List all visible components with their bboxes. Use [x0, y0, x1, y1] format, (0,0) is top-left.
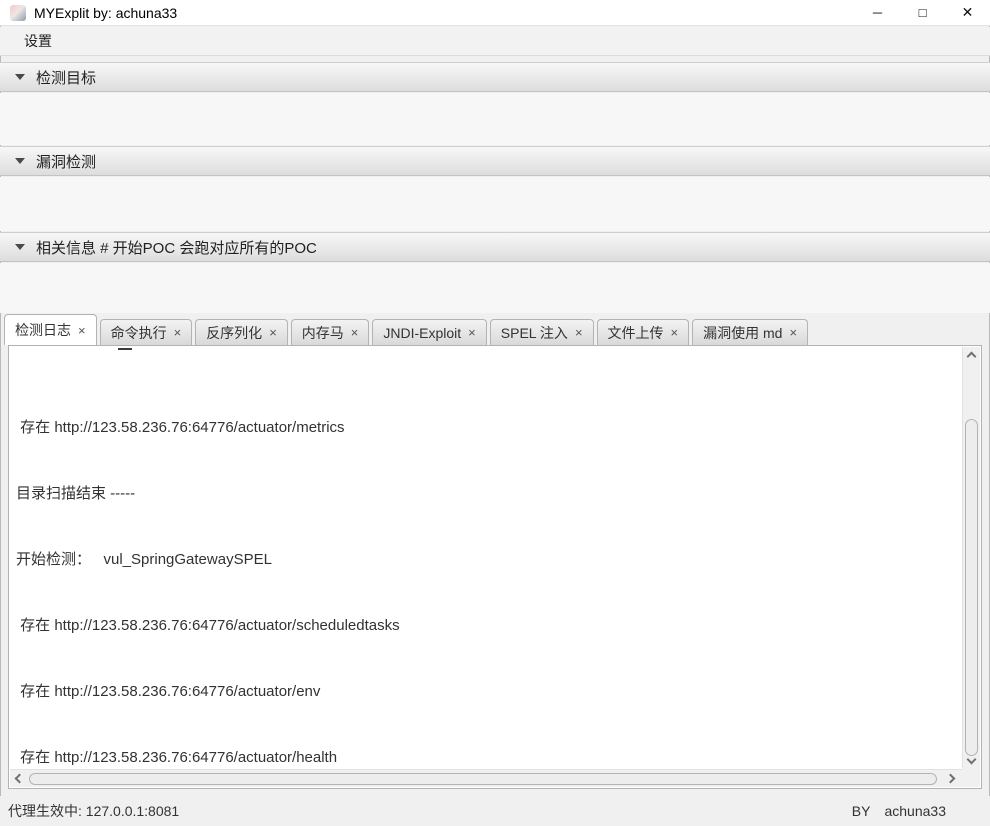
maximize-button[interactable]: □ [900, 0, 945, 25]
horizontal-scrollbar-thumb[interactable] [29, 773, 937, 785]
tab-spel-injection[interactable]: SPEL 注入 × [489, 319, 594, 345]
tab-label: 漏洞使用 md [703, 324, 783, 341]
log-line: 存在 http://123.58.236.76:64776/actuator/s… [16, 617, 400, 634]
section-body-info: 利用方式 DNS地址 [0, 263, 990, 559]
by-label: BY [851, 803, 871, 819]
section-body-vuln: 支持产品 Spring 指定漏洞 ALL 开始POC [0, 177, 990, 390]
tab-label: 文件上传 [607, 324, 664, 341]
log-pane: 存在 http://123.58.236.76:64776/actuator/m… [8, 345, 982, 789]
window-controls: ─ □ ✕ [855, 0, 990, 25]
window-title: MYExplit by: achuna33 [34, 4, 178, 21]
tab-label: 内存马 [301, 324, 344, 341]
tab-close-icon[interactable]: × [174, 325, 182, 340]
vertical-scrollbar[interactable] [962, 347, 980, 769]
section-title: 检测目标 [36, 69, 97, 87]
tab-close-icon[interactable]: × [269, 325, 277, 340]
tab-close-icon[interactable]: × [468, 325, 476, 340]
vertical-scrollbar-thumb[interactable] [965, 419, 978, 756]
menu-item-settings[interactable]: 设置 [18, 28, 58, 54]
log-line: 开始检测： vul_SpringGatewaySPEL [16, 551, 272, 568]
tab-bar: 检测日志 × 命令执行 × 反序列化 × 内存马 × JNDI-Exploit … [4, 314, 809, 345]
log-line: 目录扫描结束 ----- [16, 485, 136, 502]
tab-deserialization[interactable]: 反序列化 × [195, 319, 288, 345]
section-body-target: 目标地址 超时设置/s [0, 93, 990, 221]
collapse-arrow-icon [15, 244, 25, 250]
collapse-arrow-icon [15, 74, 25, 80]
horizontal-scrollbar[interactable] [10, 769, 962, 787]
tab-label: 命令执行 [110, 324, 167, 341]
menu-bar: 设置 [0, 27, 990, 56]
detection-log-textarea[interactable]: 存在 http://123.58.236.76:64776/actuator/m… [10, 347, 962, 769]
tab-label: SPEL 注入 [500, 324, 568, 341]
tab-close-icon[interactable]: × [575, 325, 583, 340]
section-header-target[interactable]: 检测目标 [0, 62, 990, 92]
log-line: 存在 http://123.58.236.76:64776/actuator/m… [16, 419, 345, 436]
status-bar: 代理生效中: 127.0.0.1:8081 BY achuna33 [0, 796, 990, 826]
tab-file-upload[interactable]: 文件上传 × [596, 319, 690, 345]
tab-memshell[interactable]: 内存马 × [290, 319, 370, 345]
clipped-log-line [118, 348, 132, 350]
section-title: 漏洞检测 [36, 153, 97, 171]
log-line: 存在 http://123.58.236.76:64776/actuator/h… [16, 749, 338, 766]
tab-detection-log[interactable]: 检测日志 × [4, 314, 97, 345]
scroll-down-arrow-icon[interactable] [966, 754, 977, 765]
app-window: MYExplit by: achuna33 ─ □ ✕ 设置 检测目标 目标地址… [0, 0, 990, 826]
tab-close-icon[interactable]: × [351, 325, 359, 340]
scroll-right-arrow-icon[interactable] [945, 773, 956, 784]
app-icon [10, 4, 26, 21]
scrollbar-corner [962, 769, 980, 787]
collapse-arrow-icon [15, 158, 25, 164]
scroll-left-arrow-icon[interactable] [14, 773, 25, 784]
author-name: achuna33 [884, 803, 946, 819]
scroll-up-arrow-icon[interactable] [966, 351, 977, 362]
tab-label: 检测日志 [15, 322, 71, 338]
close-button[interactable]: ✕ [945, 0, 990, 25]
tab-vuln-usage-md[interactable]: 漏洞使用 md × [692, 319, 809, 345]
section-title: 相关信息 # 开始POC 会跑对应所有的POC [36, 239, 317, 257]
tab-label: 反序列化 [206, 324, 263, 341]
author-credit: BY achuna33 [852, 803, 946, 819]
tab-jndi-exploit[interactable]: JNDI-Exploit × [372, 319, 487, 345]
tab-close-icon[interactable]: × [78, 323, 86, 338]
proxy-status-text: 代理生效中: 127.0.0.1:8081 [8, 803, 180, 819]
minimize-button[interactable]: ─ [855, 0, 900, 25]
log-line: 存在 http://123.58.236.76:64776/actuator/e… [16, 683, 321, 700]
section-header-info[interactable]: 相关信息 # 开始POC 会跑对应所有的POC [0, 232, 990, 262]
title-bar: MYExplit by: achuna33 ─ □ ✕ [0, 0, 990, 26]
tab-close-icon[interactable]: × [789, 325, 797, 340]
section-header-vuln[interactable]: 漏洞检测 [0, 146, 990, 176]
tab-label: JNDI-Exploit [383, 324, 462, 341]
tab-command-exec[interactable]: 命令执行 × [99, 319, 193, 345]
tab-close-icon[interactable]: × [671, 325, 679, 340]
